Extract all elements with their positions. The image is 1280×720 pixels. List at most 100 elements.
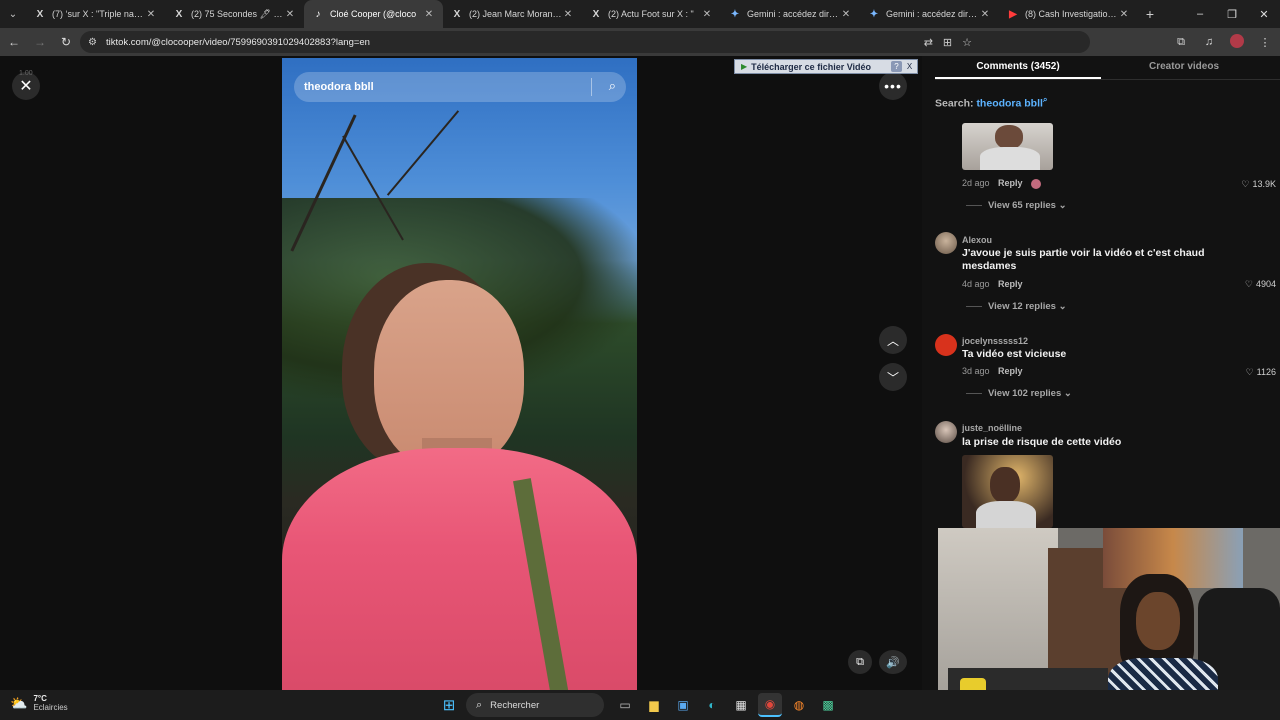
view-replies-button[interactable]: View 65 replies ⌄: [966, 200, 1067, 211]
close-window-icon[interactable]: ✕: [1248, 0, 1280, 28]
tab-comments[interactable]: Comments (3452): [935, 56, 1101, 79]
edge-browser-icon[interactable]: ◐: [700, 693, 724, 717]
search-icon: ⌕: [476, 698, 483, 711]
previous-video-chevron-up-icon[interactable]: ︿: [879, 326, 907, 354]
app-icon[interactable]: ▩: [816, 693, 840, 717]
download-label[interactable]: Télécharger ce fichier Vidéo: [751, 62, 871, 72]
task-view-icon[interactable]: ▭: [613, 693, 637, 717]
back-arrow-icon[interactable]: ←: [2, 30, 26, 54]
profile-avatar[interactable]: [1226, 33, 1248, 51]
address-bar[interactable]: ⚙ tiktok.com/@clocooper/video/7599690391…: [80, 31, 1090, 53]
heart-icon[interactable]: ♡: [1246, 367, 1254, 377]
close-banner-icon[interactable]: X: [904, 61, 915, 72]
volume-icon[interactable]: 🔊: [879, 650, 907, 674]
comment-username[interactable]: juste_noëlline: [962, 423, 1022, 433]
restore-icon[interactable]: ❐: [1216, 0, 1248, 28]
like-count[interactable]: ♡ 1126: [1246, 367, 1276, 378]
minimize-icon[interactable]: –: [1184, 0, 1216, 28]
close-tab-icon[interactable]: ✕: [423, 9, 435, 20]
tab-title: (2) Actu Foot sur X : ": [608, 9, 694, 19]
tab-title: (2) Jean Marc Morandini: [469, 9, 562, 19]
image-person-head: [990, 467, 1020, 503]
browser-tab[interactable]: X (2) 75 Secondes 🖊 sur X ✕: [165, 0, 304, 28]
translate-icon[interactable]: ⇄: [924, 36, 933, 49]
browser-toolbar: ← → ↻ ⚙ tiktok.com/@clocooper/video/7599…: [0, 28, 1280, 56]
video-player[interactable]: theodora bbll ⌕: [282, 58, 637, 690]
comment-meta: 4d ago Reply: [962, 279, 1023, 289]
avatar[interactable]: [935, 421, 957, 443]
comment-search-label[interactable]: Search: theodora bbll⌕: [935, 95, 1047, 110]
search-icon[interactable]: ⌕: [609, 78, 616, 94]
image-person-head: [995, 125, 1023, 149]
comment-image[interactable]: [962, 455, 1053, 528]
tree-branch: [386, 110, 460, 196]
like-count[interactable]: ♡ 4904: [1245, 279, 1276, 290]
kebab-menu-icon[interactable]: ⋮: [1254, 36, 1276, 49]
browser-tab[interactable]: ▶ (8) Cash Investigation : P ✕: [999, 0, 1138, 28]
bookmark-star-icon[interactable]: ☆: [962, 36, 972, 49]
close-tab-icon[interactable]: ✕: [840, 9, 852, 20]
avatar[interactable]: [935, 334, 957, 356]
pink-jacket: [282, 448, 637, 690]
avatar[interactable]: [935, 232, 957, 254]
store-icon[interactable]: ▣: [671, 693, 695, 717]
close-tab-icon[interactable]: ✕: [1118, 9, 1130, 20]
comment-username[interactable]: Alexou: [962, 235, 992, 245]
screen: ⌄ X (7) ‘sur X : "Triple nationa ✕ X (2)…: [0, 0, 1280, 720]
comment-time: 2d ago: [962, 178, 990, 188]
tab-creator-videos[interactable]: Creator videos: [1101, 56, 1267, 79]
search-divider: [591, 78, 592, 96]
site-info-icon[interactable]: ⚙: [88, 37, 102, 48]
download-video-banner[interactable]: ▶ Télécharger ce fichier Vidéo ? X: [734, 59, 918, 74]
file-explorer-icon[interactable]: ▆: [642, 693, 666, 717]
x-logo-icon: X: [453, 8, 461, 20]
comment-username[interactable]: jocelynsssss12: [962, 336, 1028, 346]
comment-time: 3d ago: [962, 366, 990, 376]
new-tab-plus-icon[interactable]: +: [1138, 6, 1162, 22]
extensions-puzzle-icon[interactable]: ⧉: [1170, 36, 1192, 49]
close-tab-icon[interactable]: ✕: [145, 9, 157, 20]
browser-tab[interactable]: X (2) Actu Foot sur X : " ✕: [582, 0, 721, 28]
windows-start-icon[interactable]: ⊞: [437, 693, 461, 717]
taskbar-search[interactable]: ⌕ Rechercher: [466, 693, 604, 717]
search-term-link[interactable]: theodora bbll: [976, 98, 1043, 110]
close-tab-icon[interactable]: ✕: [284, 9, 296, 20]
heart-icon[interactable]: ♡: [1241, 179, 1249, 189]
close-tab-icon[interactable]: ✕: [979, 9, 991, 20]
close-tab-icon[interactable]: ✕: [562, 9, 574, 20]
chrome-browser-icon[interactable]: ◉: [758, 693, 782, 717]
forward-arrow-icon[interactable]: →: [28, 30, 52, 54]
heart-icon[interactable]: ♡: [1245, 279, 1253, 289]
reload-icon[interactable]: ↻: [54, 30, 78, 54]
browser-tab-active[interactable]: ♪ Cloé Cooper (@cloco ✕: [304, 0, 443, 28]
more-options-icon[interactable]: •••: [879, 72, 907, 100]
next-video-chevron-down-icon[interactable]: ﹀: [879, 363, 907, 391]
install-app-icon[interactable]: ⊞: [943, 36, 952, 49]
firefox-browser-icon[interactable]: ◍: [787, 693, 811, 717]
media-controls-icon[interactable]: ♫: [1198, 36, 1220, 48]
browser-tab[interactable]: ✦ Gemini : accédez directe ✕: [721, 0, 860, 28]
view-replies-button[interactable]: View 102 replies ⌄: [966, 388, 1072, 399]
reply-button[interactable]: Reply: [998, 178, 1023, 188]
comment-text: J'avoue je suis partie voir la vidéo et …: [962, 247, 1205, 272]
close-tab-icon[interactable]: ✕: [701, 9, 713, 20]
weather-widget[interactable]: ⛅ 7°C Eclaircies: [10, 694, 68, 712]
comment-image[interactable]: [962, 123, 1053, 170]
reply-button[interactable]: Reply: [998, 366, 1023, 376]
comment-meta: 2d ago Reply: [962, 178, 1042, 189]
view-replies-label: View 65 replies: [988, 200, 1056, 211]
help-icon[interactable]: ?: [891, 61, 902, 72]
view-replies-button[interactable]: View 12 replies ⌄: [966, 301, 1067, 312]
calculator-icon[interactable]: ▦: [729, 693, 753, 717]
reply-button[interactable]: Reply: [998, 279, 1023, 289]
chevron-down-icon: ⌄: [1058, 301, 1067, 312]
browser-tab[interactable]: ✦ Gemini : accédez directe ✕: [860, 0, 999, 28]
picture-in-picture-icon[interactable]: ⧉: [848, 650, 872, 674]
video-search-bar[interactable]: theodora bbll ⌕: [294, 72, 626, 102]
tab-search-chevron-down-icon[interactable]: ⌄: [0, 0, 26, 28]
like-count[interactable]: ♡ 13.9K: [1241, 179, 1276, 190]
toolbar-right: ⧉ ♫ ⋮: [1170, 30, 1276, 54]
x-logo-icon: X: [175, 8, 183, 20]
browser-tab[interactable]: X (2) Jean Marc Morandini ✕: [443, 0, 582, 28]
browser-tab[interactable]: X (7) ‘sur X : "Triple nationa ✕: [26, 0, 165, 28]
